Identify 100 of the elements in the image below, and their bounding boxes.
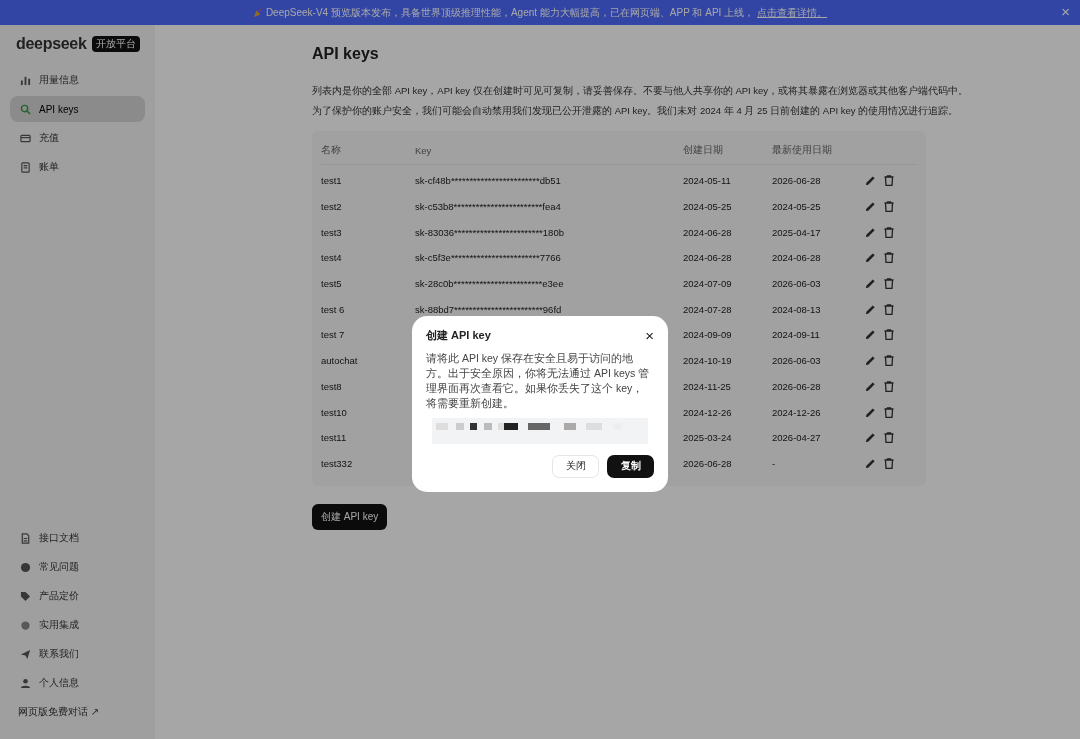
tag-icon <box>20 590 31 602</box>
table-cell-text: test4 <box>321 252 343 264</box>
table-cell-text: test5 <box>321 278 343 290</box>
sidebar-item[interactable]: 产品定价 <box>10 583 145 609</box>
trash-icon[interactable] <box>884 303 894 315</box>
table-cell-text: 2024-09-09 <box>683 329 733 341</box>
table-cell-text: 2026-06-28 <box>683 457 733 469</box>
table-cell-text: 2024-05-25 <box>683 201 733 213</box>
dialog-title: 创建 API key <box>426 328 491 343</box>
banner-text: DeepSeek-V4 预览版本发布，具备世界顶级推理性能，Agent 能力大幅提高，已在网页端、APP 和 API 上线， <box>265 5 755 20</box>
sidebar-item[interactable]: 充值 <box>10 125 145 151</box>
details-link[interactable]: 点击查看详情。 <box>757 5 828 20</box>
column-header: 创建日期 <box>683 144 724 157</box>
table-cell-text: 2024-12-26 <box>772 406 822 418</box>
sidebar-item[interactable]: 实用集成 <box>10 612 145 638</box>
edit-icon[interactable] <box>865 252 876 264</box>
trash-icon[interactable] <box>884 226 894 238</box>
table-cell-text: test3 <box>321 226 343 238</box>
document-icon <box>20 532 31 544</box>
table-cell-text: 2026-06-28 <box>772 380 822 392</box>
search-icon <box>20 103 31 115</box>
sidebar-item[interactable]: 常见问题 <box>10 554 145 580</box>
column-header: Key <box>415 145 433 156</box>
table-cell-text: - <box>772 457 777 469</box>
sidebar-item[interactable]: 用量信息 <box>10 67 145 93</box>
sidebar-item[interactable]: 接口文档 <box>10 525 145 551</box>
sidebar-item[interactable]: 联系我们 <box>10 641 145 667</box>
table-cell-text: 2024-05-11 <box>683 175 732 187</box>
party-popper-icon <box>252 7 263 18</box>
edit-icon[interactable] <box>865 303 876 315</box>
trash-icon[interactable] <box>884 432 894 444</box>
table-cell-text: 2026-04-27 <box>772 432 822 444</box>
edit-icon[interactable] <box>865 226 876 238</box>
trash-icon[interactable] <box>884 380 894 392</box>
edit-icon[interactable] <box>865 380 876 392</box>
sidebar-item[interactable]: API keys <box>10 96 145 122</box>
edit-icon[interactable] <box>865 175 876 187</box>
trash-icon[interactable] <box>884 329 894 341</box>
table-cell-text: 2025-03-24 <box>683 432 733 444</box>
table-cell-text: 2024-07-09 <box>683 278 733 290</box>
platform-badge: 开放平台 <box>91 35 140 52</box>
table-cell-text: 2024-08-13 <box>772 303 822 315</box>
send-icon <box>20 648 31 660</box>
edit-icon[interactable] <box>865 329 876 341</box>
trash-icon[interactable] <box>884 278 894 290</box>
description-text: 列表内是你的全部 API key，API key 仅在创建时可见可复制，请妥善保存。不要与他人共享你的 API key，或将其暴露在浏览器或其他客户端代码中。 <box>312 85 970 98</box>
bar-chart-icon <box>20 74 31 86</box>
table-cell: sk-c53b8************************fea4 <box>415 201 561 213</box>
circle-icon <box>20 561 31 573</box>
edit-icon[interactable] <box>865 406 876 418</box>
edit-icon[interactable] <box>865 355 876 367</box>
close-icon[interactable]: × <box>645 329 654 342</box>
table-cell-text: 2024-07-28 <box>683 303 733 315</box>
description-text: 为了保护你的账户安全，我们可能会自动禁用我们发现已公开泄露的 API key。我们未对 2024 年 4 月 25 日前创建的 API key 的使用情况进行追踪。 <box>312 105 960 118</box>
table-cell-text: test 7 <box>321 329 346 341</box>
table-cell-text: 2024-06-28 <box>772 252 822 264</box>
table-cell-text: test1 <box>321 175 343 187</box>
sidebar-item[interactable]: 账单 <box>10 154 145 180</box>
edit-icon[interactable] <box>865 432 876 444</box>
column-header: 最新使用日期 <box>772 144 833 157</box>
table-cell-text: 2024-10-19 <box>683 355 733 367</box>
trash-icon[interactable] <box>884 201 894 213</box>
edit-icon[interactable] <box>865 278 876 290</box>
trash-icon[interactable] <box>884 175 894 187</box>
sidebar-item[interactable]: 个人信息 <box>10 670 145 696</box>
copy-button[interactable]: 复制 <box>607 455 654 478</box>
table-cell: sk-c5f3e************************7766 <box>415 252 561 264</box>
table-cell-text: test 6 <box>321 303 346 315</box>
table-cell: sk-cf48b************************db51 <box>415 175 561 187</box>
page-title: API keys <box>312 45 380 63</box>
table-cell-text: 2024-06-28 <box>683 226 733 238</box>
table-cell: sk-83036************************180b <box>415 226 564 238</box>
table-cell-text: test332 <box>321 457 354 469</box>
web-chat-link[interactable]: 网页版免费对话 ↗ <box>10 699 145 739</box>
trash-icon[interactable] <box>884 457 894 469</box>
create-key-button[interactable]: 创建 API key <box>312 504 388 531</box>
table-cell-text: 2024-09-11 <box>772 329 821 341</box>
column-header: 名称 <box>321 144 342 157</box>
close-icon[interactable]: × <box>1061 4 1070 19</box>
table-cell-text: test11 <box>321 432 348 444</box>
trash-icon[interactable] <box>884 252 894 264</box>
card-icon <box>20 132 31 144</box>
edit-icon[interactable] <box>865 201 876 213</box>
table-cell-text: 2024-06-28 <box>683 252 733 264</box>
close-button[interactable]: 关闭 <box>552 455 599 478</box>
user-icon <box>20 677 31 689</box>
trash-icon[interactable] <box>884 355 894 367</box>
edit-icon[interactable] <box>865 457 876 469</box>
table-cell-text: 2024-11-25 <box>683 380 732 392</box>
table-cell-text: test2 <box>321 201 343 213</box>
table-cell-text: 2025-04-17 <box>772 226 822 238</box>
logo[interactable]: deepseek <box>16 34 87 53</box>
table-cell-text: 2024-12-26 <box>683 406 733 418</box>
table-cell-text: 2026-06-28 <box>772 175 822 187</box>
table-cell-text: autochat <box>321 355 359 367</box>
table-cell-text: 2026-06-03 <box>772 278 822 290</box>
table-cell: sk-88bd7************************96fd <box>415 303 562 315</box>
document-icon <box>20 161 31 173</box>
table-cell-text: test10 <box>321 406 348 418</box>
trash-icon[interactable] <box>884 406 894 418</box>
